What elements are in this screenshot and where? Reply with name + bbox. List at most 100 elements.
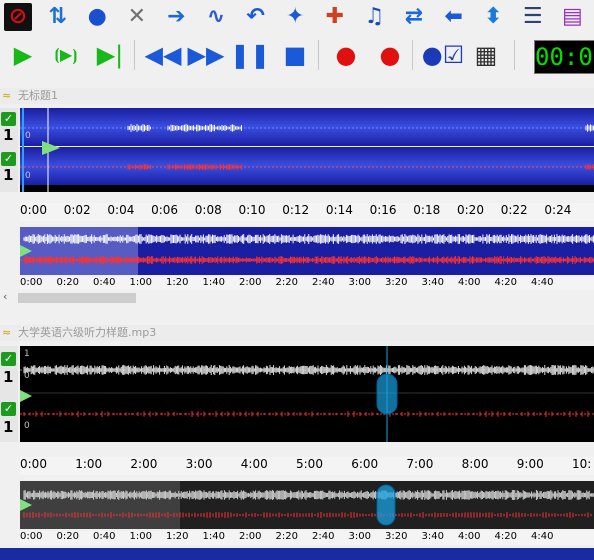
ruler-tick-label: 0:12 bbox=[282, 203, 310, 217]
ruler-tick-label: 1:40 bbox=[202, 531, 225, 542]
overview-waveform[interactable] bbox=[20, 227, 594, 275]
left-channel-background bbox=[20, 108, 594, 146]
ruler-tick-label: 1:00 bbox=[129, 531, 152, 542]
document-title-bar[interactable]: ≈ 无标题1 bbox=[0, 88, 594, 104]
playhead-handle-icon bbox=[376, 373, 398, 415]
ruler-tick-label: 0:18 bbox=[413, 203, 441, 217]
ruler-tick-label: 2:40 bbox=[312, 277, 335, 288]
left-channel-toggle[interactable]: ✓ bbox=[1, 112, 16, 126]
zero-label-2: 0 bbox=[24, 371, 30, 381]
ruler-tick-label: 6:00 bbox=[351, 457, 379, 471]
play-selection-button[interactable]: ⦗▶⦘ bbox=[46, 38, 86, 72]
overview-waveform-2[interactable] bbox=[20, 481, 594, 529]
left-channel-label-2: 1 bbox=[3, 368, 14, 386]
ruler-tick-label: 4:20 bbox=[494, 277, 517, 288]
wave-icon[interactable]: ∿ bbox=[202, 3, 230, 31]
overview-playhead-handle-icon bbox=[376, 484, 396, 526]
ruler-tick-label: 0:20 bbox=[56, 277, 79, 288]
ruler-tick-label: 4:40 bbox=[531, 531, 554, 542]
time-ruler-2[interactable]: 0:00 1:00 2:00 3:00 4:00 5:00 6:00 7:00 8:00 9:00… bbox=[20, 457, 594, 475]
status-strip bbox=[0, 548, 594, 560]
record-selection-button[interactable]: ● bbox=[372, 38, 408, 72]
audio-file-icon: ≈ bbox=[2, 89, 12, 102]
play-to-end-button[interactable]: ▶| bbox=[92, 38, 128, 72]
mix-icon[interactable]: ✕ bbox=[123, 3, 151, 31]
ruler-tick-label: 2:00 bbox=[239, 531, 262, 542]
ruler-tick-label: 7:00 bbox=[406, 457, 434, 471]
ruler-tick-label: 3:00 bbox=[348, 531, 371, 542]
left-channel-label: 1 bbox=[3, 126, 14, 144]
ruler-tick-label: 0:40 bbox=[93, 277, 116, 288]
ruler-tick-label: 0:00 bbox=[20, 203, 47, 217]
spectrum-icon[interactable]: ▤ bbox=[558, 3, 586, 31]
ruler-tick-label: 0:16 bbox=[369, 203, 397, 217]
effects-toolbar: ⊘ ⇅ ● ✕ ➔ ∿ ↶ ✦ ✚ ♫ ⇄ ⬅ ⬍ ☰ ▤ bbox=[0, 0, 594, 34]
one-label: 1 bbox=[24, 349, 30, 359]
right-channel-toggle-2[interactable]: ✓ bbox=[1, 402, 16, 416]
ruler-tick-label: 0:00 bbox=[20, 277, 43, 288]
waveform-footer bbox=[20, 185, 594, 192]
ruler-tick-label: 5:00 bbox=[296, 457, 323, 471]
back-arrow-icon[interactable]: ⬅ bbox=[440, 3, 468, 31]
waveform-view-2[interactable]: 1 0 0 bbox=[20, 346, 594, 442]
equalizer-icon[interactable]: ☰ bbox=[519, 3, 547, 31]
right-channel-toggle[interactable]: ✓ bbox=[1, 152, 16, 166]
record-device-button[interactable]: ●☑ bbox=[422, 38, 464, 72]
ruler-tick-label: 4:20 bbox=[494, 531, 517, 542]
left-channel-toggle-2[interactable]: ✓ bbox=[1, 352, 16, 366]
waveform-view[interactable]: 00 bbox=[20, 108, 594, 192]
zero-label: 0 bbox=[25, 171, 31, 181]
monitor-window-button[interactable]: ▦ bbox=[468, 38, 504, 72]
time-ruler[interactable]: 0:00 0:02 0:04 0:06 0:08 0:10 0:12 0:14 0:16 0:18… bbox=[20, 203, 594, 221]
ruler-tick-label: 0:06 bbox=[151, 203, 179, 217]
ruler-tick-label: 0:40 bbox=[93, 531, 116, 542]
ruler-tick-label: 0:00 bbox=[20, 457, 47, 471]
horizontal-scrollbar[interactable]: ‹ bbox=[0, 290, 594, 306]
ruler-tick-label: 9:00 bbox=[516, 457, 544, 471]
ruler-tick-label: 0:10 bbox=[238, 203, 266, 217]
undo-icon[interactable]: ↶ bbox=[242, 3, 270, 31]
right-channel-background bbox=[20, 147, 594, 185]
plugin-icon[interactable]: ✚ bbox=[321, 3, 349, 31]
right-channel-label: 1 bbox=[3, 166, 14, 184]
ruler-tick-label: 0:22 bbox=[500, 203, 528, 217]
rewind-button[interactable]: ◀◀ bbox=[143, 38, 183, 72]
overview-ruler: 0:00 0:20 0:40 1:00 1:20 1:40 2:00 2:20 2:40 3:00… bbox=[20, 277, 594, 291]
fast-forward-button[interactable]: ▶▶ bbox=[186, 38, 226, 72]
stop-button[interactable]: ■ bbox=[277, 38, 313, 72]
stop-record-icon[interactable]: ⊘ bbox=[4, 3, 32, 31]
ruler-tick-label: 4:00 bbox=[458, 531, 481, 542]
ruler-tick-label: 0:20 bbox=[457, 203, 484, 217]
convert-icon[interactable]: ⇄ bbox=[400, 3, 428, 31]
ruler-tick-label: 4:00 bbox=[240, 457, 268, 471]
ruler-tick-label: 0:14 bbox=[325, 203, 353, 217]
insert-icon[interactable]: ➔ bbox=[162, 3, 190, 31]
ruler-tick-label: 10: bbox=[572, 457, 592, 471]
ruler-tick-label: 4:40 bbox=[531, 277, 554, 288]
record-button[interactable]: ● bbox=[328, 38, 364, 72]
ruler-tick-label: 3:20 bbox=[385, 277, 408, 288]
toolbar-separator bbox=[318, 40, 319, 70]
ruler-tick-label: 0:00 bbox=[20, 531, 43, 542]
ruler-tick-label: 3:00 bbox=[348, 277, 371, 288]
pause-button[interactable]: ❚❚ bbox=[230, 38, 270, 72]
ruler-tick-label: 8:00 bbox=[461, 457, 489, 471]
star-effect-icon[interactable]: ✦ bbox=[281, 3, 309, 31]
scroll-thumb[interactable] bbox=[18, 293, 136, 303]
scroll-left-icon[interactable]: ‹ bbox=[3, 290, 7, 303]
play-button[interactable]: ▶ bbox=[4, 38, 42, 72]
ruler-tick-label: 1:00 bbox=[75, 457, 103, 471]
document-title-bar-2[interactable]: ≈ 大学英语六级听力样题.mp3 bbox=[0, 325, 594, 341]
midi-icon[interactable]: ♫ bbox=[360, 3, 388, 31]
ruler-tick-label: 3:00 bbox=[185, 457, 213, 471]
audio-file-icon: ≈ bbox=[2, 326, 12, 339]
ruler-tick-label: 2:00 bbox=[130, 457, 158, 471]
transport-toolbar: ▶ ⦗▶⦘ ▶| ◀◀ ▶▶ ❚❚ ■ ● ● ●☑ ▦ bbox=[0, 36, 594, 76]
sphere-icon[interactable]: ● bbox=[83, 3, 111, 31]
vertical-zoom-icon[interactable]: ⬍ bbox=[479, 3, 507, 31]
ruler-tick-label: 1:40 bbox=[202, 277, 225, 288]
ruler-tick-label: 0:24 bbox=[544, 203, 572, 217]
ruler-tick-label: 2:00 bbox=[239, 277, 262, 288]
ruler-tick-label: 2:20 bbox=[275, 277, 298, 288]
swap-channels-icon[interactable]: ⇅ bbox=[44, 3, 72, 31]
